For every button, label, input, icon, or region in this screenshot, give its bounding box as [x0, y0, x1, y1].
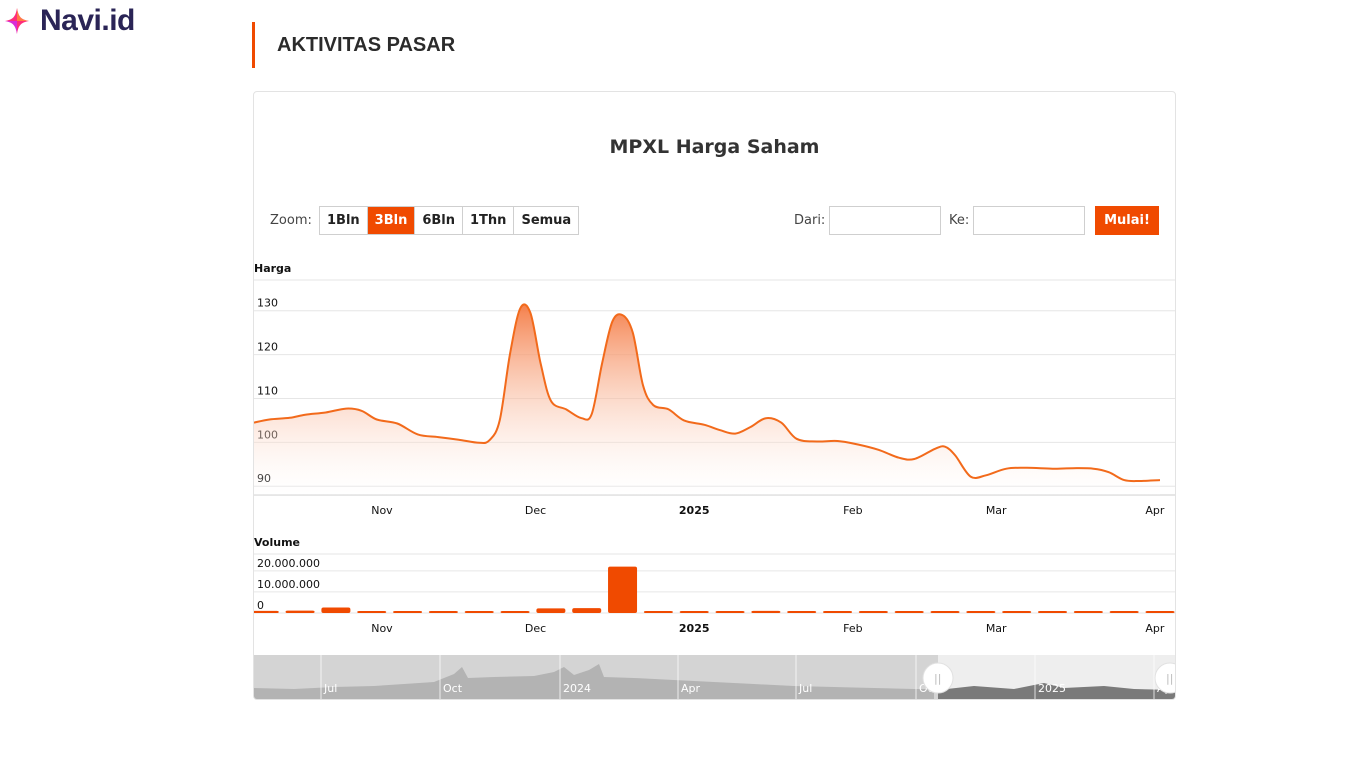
price-x-ticks: Nov Dec 2025 Feb Mar Apr — [371, 504, 1165, 517]
volume-bar[interactable] — [1109, 611, 1139, 613]
volume-y-tick-label: 10.000.000 — [257, 578, 320, 591]
price-x-tick-label: Mar — [986, 504, 1007, 517]
volume-x-ticks: Nov Dec 2025 Feb Mar Apr — [371, 622, 1165, 635]
navigator-label: Apr — [681, 682, 701, 695]
volume-y-tick-label: 20.000.000 — [257, 557, 320, 570]
volume-gridlines — [254, 553, 1175, 614]
left-handle-grip-icon: || — [934, 672, 941, 685]
volume-bar[interactable] — [787, 611, 817, 613]
volume-bar[interactable] — [428, 611, 458, 613]
volume-bar[interactable] — [966, 611, 996, 613]
price-x-tick-label: Feb — [843, 504, 862, 517]
volume-bar[interactable] — [751, 610, 781, 613]
price-y-tick-label: 120 — [257, 341, 278, 354]
section-header: AKTIVITAS PASAR — [252, 22, 455, 68]
price-volume-chart: Harga 90100110120130 NovDec2025FebMarApr… — [254, 262, 1175, 699]
volume-x-tick-label: Feb — [843, 622, 862, 635]
volume-bar[interactable] — [1038, 611, 1068, 613]
navigator-label: 2025 — [1038, 682, 1066, 695]
volume-bar[interactable] — [321, 607, 351, 613]
price-x-tick-label: Dec — [525, 504, 546, 517]
volume-bar[interactable] — [357, 611, 387, 613]
sparkle-icon — [5, 8, 29, 34]
right-handle-grip-icon: || — [1166, 672, 1173, 685]
navigator-label: Oct — [443, 682, 463, 695]
volume-axis-title: Volume — [254, 536, 300, 549]
volume-bar[interactable] — [608, 566, 638, 613]
volume-x-tick-label: Apr — [1145, 622, 1165, 635]
volume-bar[interactable] — [1002, 611, 1032, 613]
navigator-label: 2024 — [563, 682, 591, 695]
price-axis-title: Harga — [254, 262, 291, 275]
section-title: AKTIVITAS PASAR — [277, 33, 456, 56]
volume-x-tick-label: 2025 — [679, 622, 710, 635]
volume-bar[interactable] — [823, 611, 853, 613]
brand-name: Navi.id — [40, 4, 135, 37]
volume-bar[interactable] — [643, 611, 673, 613]
volume-bar[interactable] — [500, 611, 530, 613]
volume-bar[interactable] — [679, 611, 709, 613]
volume-bar[interactable] — [894, 611, 924, 613]
volume-bar[interactable] — [254, 610, 279, 613]
volume-x-tick-label: Mar — [986, 622, 1007, 635]
volume-bar[interactable] — [1145, 611, 1175, 613]
volume-bar[interactable] — [715, 611, 745, 613]
navigator-label: Jul — [798, 682, 812, 695]
price-x-tick-label: Apr — [1145, 504, 1165, 517]
volume-bar[interactable] — [536, 608, 566, 613]
volume-bar[interactable] — [285, 610, 315, 613]
volume-x-tick-label: Dec — [525, 622, 546, 635]
brand-logo[interactable]: Navi.id — [4, 4, 135, 38]
volume-bar[interactable] — [464, 611, 494, 613]
range-navigator[interactable]: JulOct2024AprJulOct2025Apr || || — [254, 655, 1175, 699]
price-area-fill — [254, 304, 1160, 495]
price-x-tick-label: 2025 — [679, 504, 710, 517]
volume-bar[interactable] — [1073, 611, 1103, 613]
price-y-tick-label: 130 — [257, 297, 278, 310]
price-y-tick-label: 110 — [257, 384, 278, 397]
volume-bar[interactable] — [393, 611, 423, 613]
volume-x-tick-label: Nov — [371, 622, 393, 635]
volume-bar[interactable] — [930, 611, 960, 613]
volume-y-ticks: 0 10.000.000 20.000.000 — [257, 557, 320, 612]
price-x-tick-label: Nov — [371, 504, 393, 517]
volume-bar[interactable] — [858, 611, 888, 613]
volume-y-tick-label: 0 — [257, 599, 264, 612]
stock-chart-card: MPXL Harga Saham Zoom: 1Bln 3Bln 6Bln 1T… — [253, 91, 1176, 700]
navigator-label: Jul — [323, 682, 337, 695]
volume-bars — [254, 566, 1175, 613]
volume-bar[interactable] — [572, 608, 602, 613]
